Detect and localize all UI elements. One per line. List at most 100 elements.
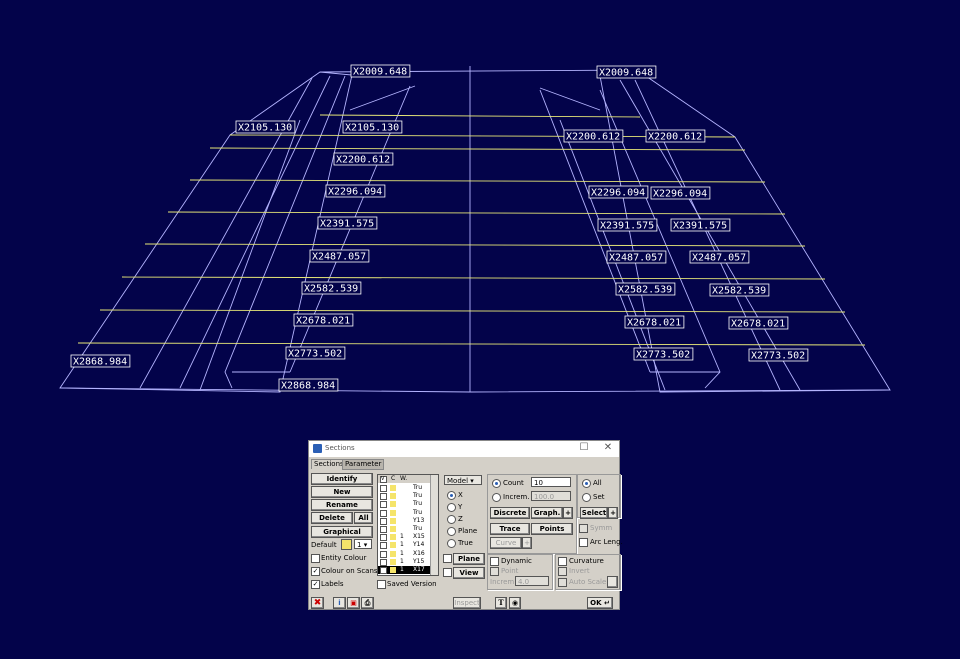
section-label-text: X2773.502 [751,351,805,362]
tab-parameter[interactable]: Parameter [342,459,385,470]
axis-z-label: Z [458,515,463,523]
visible-checkbox[interactable] [380,567,387,574]
info-icon[interactable]: i [333,597,346,609]
labels-checkbox[interactable]: ✓ [311,580,320,589]
delete-button[interactable]: Delete [311,512,353,524]
colour-swatch [390,526,396,532]
visible-checkbox[interactable] [380,509,387,517]
list-item[interactable]: Tru [378,525,430,533]
list-item[interactable]: Tru [378,509,430,517]
list-item[interactable]: Tru [378,500,430,509]
select-button[interactable]: Select [580,507,608,519]
default-width-select[interactable]: 1 ▾ [354,539,372,549]
visible-checkbox[interactable] [380,517,387,525]
increm2-input[interactable]: 4.0 [515,576,549,586]
axis-y-radio[interactable] [447,503,456,512]
section-label: X2487.057 [689,250,750,264]
increm-input[interactable]: 100.0 [531,491,571,501]
maximize-icon[interactable]: ☐ [577,442,591,453]
graphical-button[interactable]: Graphical [311,526,373,538]
discrete-button[interactable]: Discrete [490,507,530,519]
visible-checkbox[interactable] [380,550,387,558]
arc-leng-label: Arc Leng. [590,538,623,546]
axis-z-radio[interactable] [447,515,456,524]
graph-button[interactable]: Graph. [531,507,563,519]
visible-checkbox[interactable] [380,534,387,542]
list-item[interactable]: 1 Y15 [378,558,430,566]
model-select[interactable]: Model ▾ [444,475,482,485]
identify-button[interactable]: Identify [311,473,373,485]
text-icon[interactable]: T [495,597,507,609]
visible-checkbox[interactable] [380,485,387,492]
app-icon [313,444,322,453]
increm-radio[interactable] [492,493,501,502]
visible-checkbox[interactable] [380,501,387,509]
list-item[interactable]: Tru [378,484,430,492]
rename-button[interactable]: Rename [311,499,373,511]
set-radio[interactable] [582,493,591,502]
ok-button[interactable]: OK ↵ [587,597,613,609]
list-item[interactable]: Tru [378,492,430,501]
default-colour-swatch[interactable] [341,539,352,550]
trace-button[interactable]: Trace [490,523,530,535]
list-item[interactable]: 1 X15 [378,533,430,542]
view-button[interactable]: View [453,567,485,579]
points-button[interactable]: Points [531,523,573,535]
section-list[interactable]: V C W. Tru Tru Tru Tru Y13 Tru 1 X15 1 Y14 1 X16 1 Y1… [377,474,439,576]
axis-true-radio[interactable] [447,539,456,548]
count-radio[interactable] [492,479,501,488]
section-label: X2773.502 [633,347,694,361]
inspect-button[interactable]: Inspect [453,597,481,609]
select-plus-button[interactable]: + [608,507,618,519]
visible-checkbox[interactable] [380,526,387,533]
all-radio[interactable] [582,479,591,488]
symm-checkbox[interactable] [579,524,588,533]
close-icon[interactable]: ✕ [601,442,615,453]
plane-button[interactable]: Plane [453,553,485,565]
auto-scale-button[interactable] [607,576,618,588]
count-input[interactable]: 10 [531,477,571,487]
saved-version-checkbox[interactable] [377,580,386,589]
section-name: Y13 [413,516,425,524]
axis-plane-radio[interactable] [447,527,456,536]
camera-icon[interactable]: ◉ [509,597,521,609]
print-icon[interactable]: ⎙ [361,597,374,609]
list-scrollbar[interactable] [430,475,438,575]
auto-scale-checkbox[interactable] [558,578,567,587]
invert-checkbox[interactable] [558,567,567,576]
curvature-checkbox[interactable] [558,557,567,566]
section-label: X2678.021 [728,316,789,330]
curve-button[interactable]: Curve [490,537,522,549]
new-button[interactable]: New [311,486,373,498]
point-checkbox[interactable] [490,567,499,576]
list-item[interactable]: 1 Y14 [378,541,430,550]
arc-leng-checkbox[interactable] [579,538,588,547]
graph-plus-button[interactable]: + [563,507,573,519]
wireframe-viewport[interactable]: X2009.648 X2009.648 X2105.130 X2105.130 X220… [0,0,960,430]
dynamic-label: Dynamic [501,557,532,565]
list-item[interactable]: Y13 [378,517,430,525]
colour-swatch [390,567,396,573]
image-icon[interactable]: ▣ [347,597,360,609]
width-value: 1 [400,557,404,565]
section-label: X2868.984 [70,354,131,368]
dialog-titlebar[interactable]: Sections ☐ ✕ [309,441,619,457]
cancel-icon[interactable]: ✖ [311,597,324,609]
visible-checkbox[interactable] [380,558,387,566]
section-name: X15 [413,533,425,541]
visible-checkbox[interactable] [380,493,387,501]
entity-colour-checkbox[interactable] [311,554,320,563]
visible-checkbox[interactable] [380,542,387,550]
dynamic-checkbox[interactable] [490,557,499,566]
colour-on-scans-checkbox[interactable]: ✓ [311,567,320,576]
curve-plus-button[interactable]: + [522,537,532,549]
axis-x-radio[interactable] [447,491,456,500]
section-label: X2582.539 [709,283,770,297]
view-checkbox[interactable] [443,568,452,577]
plane-checkbox[interactable] [443,554,452,563]
delete-all-button[interactable]: All [354,512,373,524]
section-label: X2487.057 [606,250,667,264]
list-item[interactable]: 1 X16 [378,550,430,558]
increm2-label: Increm. [490,578,517,586]
list-item[interactable]: 1 X17 [378,566,430,574]
